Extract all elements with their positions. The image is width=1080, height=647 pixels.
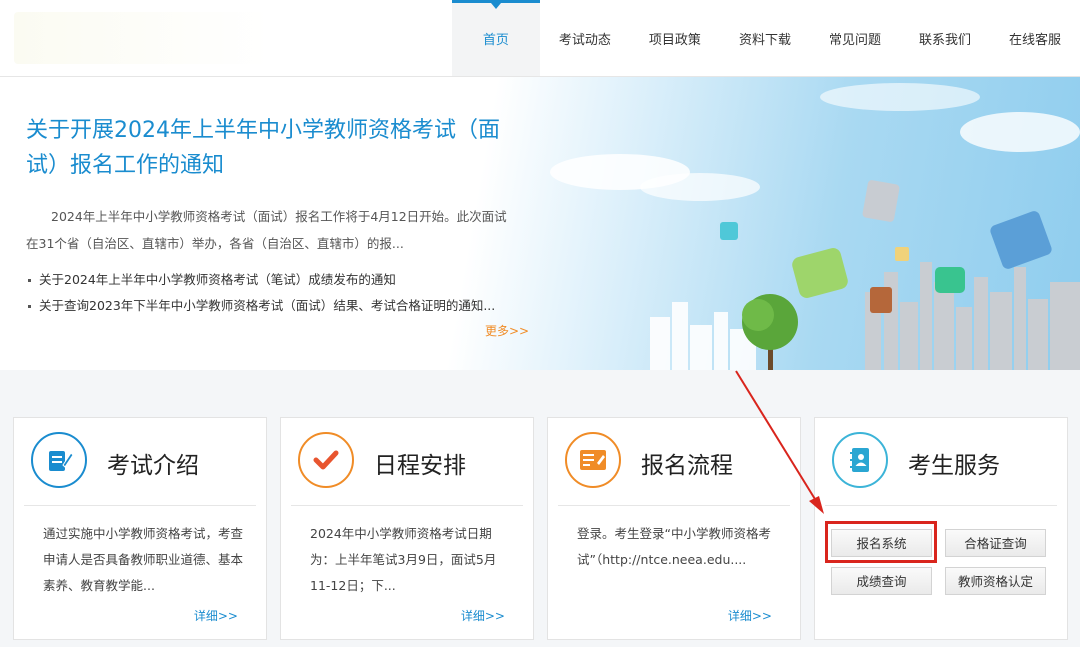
card-title: 考试介绍 [107,453,199,479]
nav-exam-news[interactable]: 考试动态 [540,0,630,76]
divider [825,505,1057,506]
nav-policy[interactable]: 项目政策 [630,0,720,76]
details-link[interactable]: 详细>> [728,607,772,624]
details-link[interactable]: 详细>> [461,607,505,624]
card-summary: 登录。考生登录“中小学教师资格考试”（http://ntce.neea.edu.… [577,526,771,567]
news-item[interactable]: 关于查询2023年下半年中小学教师资格考试（面试）结果、考试合格证明的通知... [28,293,495,319]
main-nav: 首页 考试动态 项目政策 资料下载 常见问题 联系我们 在线客服 [451,0,1080,76]
bullet-icon [28,305,31,308]
divider [24,505,256,506]
top-navigation-bar: 首页 考试动态 项目政策 资料下载 常见问题 联系我们 在线客服 [0,0,1080,77]
card-title: 日程安排 [374,453,466,479]
card-title: 报名流程 [641,453,733,479]
nav-contact[interactable]: 联系我们 [900,0,990,76]
divider [558,505,790,506]
card-exam-intro: 考试介绍 通过实施中小学教师资格考试，考查申请人是否具备教师职业道德、基本素养、… [13,417,267,640]
news-item-text: 关于2024年上半年中小学教师资格考试（笔试）成绩发布的通知 [39,272,396,287]
banner-description: 2024年上半年中小学教师资格考试（面试）报名工作将于4月12日开始。此次面试在… [26,209,507,251]
site-logo[interactable] [14,12,270,64]
divider [291,505,523,506]
news-list: 关于2024年上半年中小学教师资格考试（笔试）成绩发布的通知 关于查询2023年… [28,267,495,319]
more-news-link[interactable]: 更多>> [485,322,529,339]
document-pen-icon [31,432,87,488]
contact-book-icon [832,432,888,488]
hero-banner: 关于开展2024年上半年中小学教师资格考试（面试）报名工作的通知 2024年上半… [0,77,1080,370]
details-link[interactable]: 详细>> [194,607,238,624]
nav-downloads[interactable]: 资料下载 [720,0,810,76]
nav-faq[interactable]: 常见问题 [810,0,900,76]
checkmark-icon [298,432,354,488]
bullet-icon [28,279,31,282]
card-title: 考生服务 [908,453,1000,479]
news-item-text: 关于查询2023年下半年中小学教师资格考试（面试）结果、考试合格证明的通知... [39,298,496,313]
news-item[interactable]: 关于2024年上半年中小学教师资格考试（笔试）成绩发布的通知 [28,267,495,293]
card-summary: 通过实施中小学教师资格考试，考查申请人是否具备教师职业道德、基本素养、教育教学能… [43,526,244,593]
card-summary: 2024年中小学教师资格考试日期为：上半年笔试3月9日，面试5月11-12日；下… [310,526,497,593]
form-icon [565,432,621,488]
annotation-highlight-box [825,521,937,563]
teacher-qualification-button[interactable]: 教师资格认定 [945,567,1046,595]
card-schedule: 日程安排 2024年中小学教师资格考试日期为：上半年笔试3月9日，面试5月11-… [280,417,534,640]
score-query-button[interactable]: 成绩查询 [831,567,932,595]
nav-home[interactable]: 首页 [451,0,540,76]
certificate-query-button[interactable]: 合格证查询 [945,529,1046,557]
city-illustration [550,83,1080,370]
nav-online-service[interactable]: 在线客服 [990,0,1080,76]
card-registration-process: 报名流程 登录。考生登录“中小学教师资格考试”（http://ntce.neea… [547,417,801,640]
banner-headline[interactable]: 关于开展2024年上半年中小学教师资格考试（面试）报名工作的通知 [26,113,516,183]
